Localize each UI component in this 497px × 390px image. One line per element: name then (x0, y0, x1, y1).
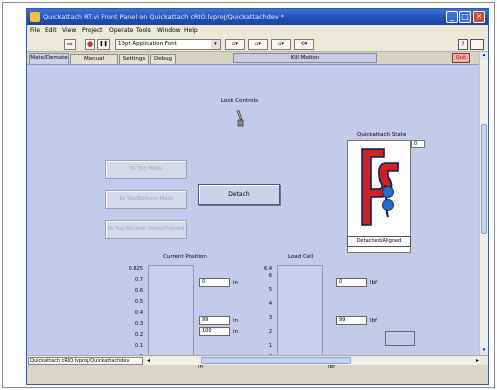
position-limit-upper-unit: in (233, 318, 239, 324)
scroll-up-icon[interactable]: ▴ (480, 52, 488, 60)
horizontal-scrollbar[interactable]: ◂ ▸ (145, 357, 481, 365)
labview-window: Quickattach RT.vi Front Panel on Quickat… (26, 8, 489, 385)
toolbar: ⇨ ● ❚❚ 13pt Application Font ▾ ▫▾ ▫▾ ▫▾ … (27, 37, 488, 52)
tab-mate-demate[interactable]: Mate/Demate (29, 53, 69, 64)
lock-controls-label: Lock Controls (221, 98, 259, 104)
quickattach-state-label: Quickattach State (357, 132, 407, 138)
to-top-mate-button[interactable]: To Top Mate (105, 160, 187, 179)
tick-label: 3 (268, 315, 272, 321)
labview-app-icon (30, 12, 40, 22)
position-limit-lower-unit: in (233, 329, 239, 335)
tick-label: 1 (268, 343, 272, 349)
current-position-tank (148, 265, 194, 363)
font-selector-value: 13pt Application Font (118, 41, 177, 47)
chevron-down-icon: ▾ (211, 40, 220, 49)
detach-button[interactable]: Detach (198, 184, 280, 205)
menu-project[interactable]: Project (82, 27, 103, 34)
tick-label: 0.7 (135, 277, 143, 283)
menu-window[interactable]: Window (157, 27, 181, 34)
abort-icon[interactable]: ● (85, 39, 95, 50)
lock-toggle-switch[interactable] (234, 110, 246, 128)
horizontal-scroll-thumb[interactable] (201, 357, 351, 364)
tab-debug[interactable]: Debug (150, 54, 176, 64)
tick-label: 0.3 (135, 321, 143, 327)
menu-help[interactable]: Help (184, 27, 198, 34)
scroll-left-icon[interactable]: ◂ (147, 357, 150, 364)
load-cell-label: Load Cell (288, 254, 314, 260)
tick-label: 0.6 (135, 288, 143, 294)
menu-tools[interactable]: Tools (136, 27, 151, 34)
current-position-label: Current Position (163, 254, 207, 260)
tick-label: 0.5 (135, 299, 143, 305)
load-cell-limit[interactable]: 99 (336, 316, 367, 325)
vertical-scrollbar[interactable]: ▴ ▾ (479, 52, 488, 355)
quickattach-mechanism-icon (361, 148, 399, 226)
menu-bar: File Edit View Project Operate Tools Win… (27, 25, 488, 37)
tick-label: 0.1 (135, 343, 143, 349)
align-objects-button[interactable]: ▫▾ (225, 39, 245, 50)
load-cell-aux-indicator (385, 331, 415, 346)
current-position-unit: in (233, 280, 239, 286)
menu-file[interactable]: File (30, 27, 40, 34)
title-bar[interactable]: Quickattach RT.vi Front Panel on Quickat… (27, 9, 488, 25)
tick-label: 2 (268, 329, 272, 335)
tick-label: 6.4 (264, 266, 272, 272)
quit-button[interactable]: Quit (452, 53, 470, 63)
vertical-scroll-thumb[interactable] (481, 124, 487, 234)
front-panel: Lock Controls To Top Mate To Top/Bottom … (27, 64, 479, 370)
tick-label: 0.2 (135, 332, 143, 338)
project-path: Quickattach cRIO.lvproj/Quickattachdev (28, 357, 143, 365)
kill-motion-button[interactable]: Kill Motion (233, 53, 377, 63)
distribute-objects-button[interactable]: ▫▾ (248, 39, 268, 50)
quickattach-state-numeric: 0 (411, 140, 425, 148)
menu-edit[interactable]: Edit (45, 27, 57, 34)
tab-manual-operation[interactable]: Manual Operation (70, 54, 118, 71)
load-cell-value[interactable]: 0 (336, 278, 367, 287)
run-arrow-icon[interactable]: ⇨ (64, 39, 76, 50)
status-bar: Quickattach cRIO.lvproj/Quickattachdev ◂… (27, 355, 488, 365)
scroll-down-icon[interactable]: ▾ (480, 347, 488, 355)
to-top-bottom-mate-preload-button[interactable]: To Top/Bottom Mate/Preload (105, 220, 187, 239)
reorder-button[interactable]: ⟲▾ (294, 39, 314, 50)
vi-icon[interactable] (470, 39, 484, 50)
tick-label: 6 (268, 273, 272, 279)
pause-icon[interactable]: ❚❚ (97, 39, 110, 50)
tick-label: 4 (268, 301, 272, 307)
menu-operate[interactable]: Operate (109, 27, 133, 34)
scroll-right-icon[interactable]: ▸ (476, 357, 479, 364)
tick-label: 5 (268, 287, 272, 293)
tick-label: 0.825 (128, 266, 143, 272)
maximize-button[interactable]: □ (459, 11, 471, 23)
tab-strip: Mate/Demate Manual Operation Settings De… (27, 52, 479, 71)
current-position-value[interactable]: 0 (199, 278, 230, 287)
font-selector[interactable]: 13pt Application Font ▾ (115, 39, 221, 50)
load-cell-limit-unit: lbf (370, 318, 377, 324)
resize-objects-button[interactable]: ▫▾ (271, 39, 291, 50)
tick-label: 0.4 (135, 310, 143, 316)
tab-settings[interactable]: Settings (119, 54, 149, 64)
to-top-bottom-mate-button[interactable]: To Top/Bottom Mate (105, 190, 187, 209)
quickattach-state-text: Detached/Aligned (347, 236, 411, 247)
help-button[interactable]: ? (458, 39, 468, 50)
window-title: Quickattach RT.vi Front Panel on Quickat… (43, 13, 284, 21)
load-cell-tank (277, 265, 323, 363)
minimize-button[interactable]: _ (446, 11, 458, 23)
load-cell-unit: lbf (370, 280, 377, 286)
position-limit-upper[interactable]: 99 (199, 316, 230, 325)
menu-view[interactable]: View (62, 27, 76, 34)
position-limit-lower[interactable]: 100 (199, 327, 230, 336)
close-button[interactable]: ✕ (473, 11, 485, 23)
